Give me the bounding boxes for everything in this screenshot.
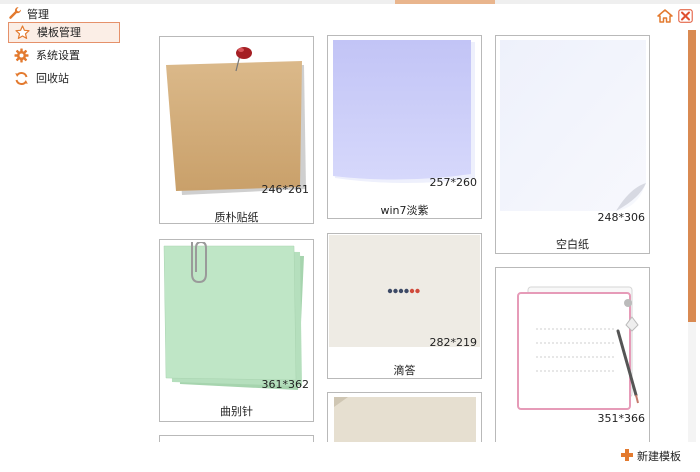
lavender-note-preview <box>333 40 475 183</box>
recycle-icon <box>15 72 28 85</box>
template-name: 曲别针 <box>220 405 253 418</box>
window-title: 管理 <box>27 8 49 21</box>
template-size: 248*306 <box>597 211 646 224</box>
star-icon <box>15 25 30 39</box>
template-card-beige[interactable] <box>327 392 482 442</box>
template-card-plain-sticker[interactable]: 246*261 质朴贴纸 <box>159 36 314 224</box>
green-note-preview <box>163 242 304 390</box>
template-card-tick[interactable]: 282*219 滴答 <box>327 233 482 379</box>
plus-icon <box>621 449 633 461</box>
template-card-partial[interactable] <box>159 435 314 442</box>
gear-icon <box>14 48 29 63</box>
template-size: 257*260 <box>429 176 478 189</box>
template-size: 361*362 <box>261 378 310 391</box>
scrollbar-thumb[interactable] <box>688 30 696 322</box>
template-size: 282*219 <box>429 336 478 349</box>
close-icon[interactable] <box>678 9 693 23</box>
template-name: 质朴贴纸 <box>214 211 259 224</box>
sidebar-item-label: 回收站 <box>36 72 69 85</box>
template-card-ring-note[interactable]: 351*366 <box>495 267 650 442</box>
template-card-blank-paper[interactable]: 248*306 空白纸 <box>495 35 650 254</box>
template-card-paperclip[interactable]: 361*362 曲别针 <box>159 239 314 422</box>
sidebar-item-label: 系统设置 <box>36 49 80 62</box>
sidebar-item-recycle-bin[interactable]: 回收站 <box>8 68 120 89</box>
template-name: 空白纸 <box>556 238 589 251</box>
wrench-icon <box>9 7 21 19</box>
template-size: 351*366 <box>597 412 646 425</box>
sticky-note-preview <box>166 47 306 195</box>
new-template-label: 新建模板 <box>637 450 681 463</box>
sidebar: 模板管理 系统设置 回收站 <box>8 22 120 91</box>
template-name: 滴答 <box>393 364 416 377</box>
sidebar-item-label: 模板管理 <box>37 26 81 39</box>
template-grid: 246*261 质朴贴纸 257*260 win7淡紫 248*306 空白纸 … <box>150 30 687 442</box>
dot-row-icon <box>387 288 420 294</box>
template-size: 246*261 <box>261 183 310 196</box>
home-icon[interactable] <box>657 9 673 23</box>
sidebar-item-system-settings[interactable]: 系统设置 <box>8 45 120 66</box>
tick-paper-preview <box>329 235 480 347</box>
blank-paper-preview <box>500 40 646 211</box>
title-bar: 管理 <box>0 3 700 23</box>
template-manager-window: 管理 模板管理 系统设置 回收站 246*261 质朴贴纸 257*260 wi… <box>0 0 700 472</box>
beige-paper-preview <box>334 397 476 442</box>
ring-note-preview <box>517 286 639 410</box>
template-name: win7淡紫 <box>380 204 429 217</box>
sidebar-item-template-manage[interactable]: 模板管理 <box>8 22 120 43</box>
template-card-win7-lavender[interactable]: 257*260 win7淡紫 <box>327 35 482 219</box>
